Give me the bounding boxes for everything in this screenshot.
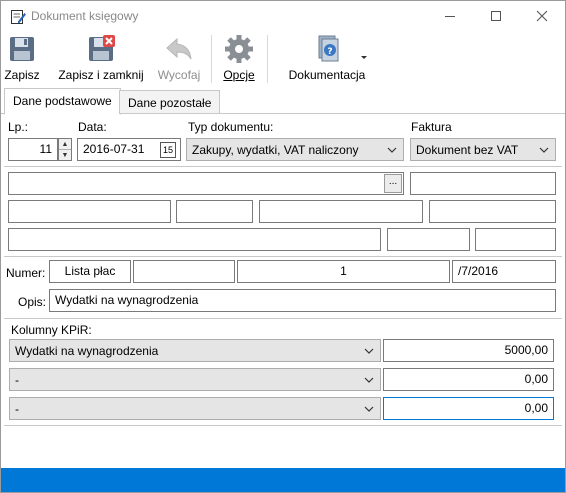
kpir-amount-input-2[interactable]: 0,00 bbox=[383, 368, 554, 391]
invoice-select[interactable]: Dokument bez VAT bbox=[410, 138, 556, 161]
address-field-2[interactable] bbox=[176, 200, 253, 223]
close-icon bbox=[536, 10, 548, 22]
kpir-column-value-1: Wydatki na wynagrodzenia bbox=[15, 344, 159, 358]
lp-label: Lp.: bbox=[8, 120, 29, 134]
floppy-disk-icon bbox=[10, 37, 34, 61]
chevron-down-icon bbox=[387, 147, 397, 153]
svg-text:?: ? bbox=[327, 47, 332, 57]
invoice-value: Dokument bez VAT bbox=[416, 143, 519, 157]
contractor-input[interactable] bbox=[8, 172, 404, 195]
document-edit-icon bbox=[11, 10, 26, 24]
address-field-1[interactable] bbox=[8, 200, 171, 223]
kpir-column-select-3[interactable]: - bbox=[9, 397, 381, 420]
document-type-select[interactable]: Zakupy, wydatki, VAT naliczony bbox=[186, 138, 404, 161]
toolbar: Zapisz Zapisz i zamknij Wycofaj Opcje ? … bbox=[1, 31, 565, 87]
kpir-column-value-2: - bbox=[15, 373, 19, 387]
kpir-amount-input-1[interactable]: 5000,00 bbox=[383, 339, 554, 362]
dropdown-arrow-icon[interactable] bbox=[361, 55, 369, 61]
document-type-label: Typ dokumentu: bbox=[188, 120, 274, 134]
save-button[interactable]: Zapisz bbox=[4, 33, 40, 85]
help-document-icon: ? bbox=[318, 35, 339, 62]
title-bar: Dokument księgowy bbox=[1, 1, 565, 31]
browse-button[interactable]: ... bbox=[384, 174, 402, 193]
document-type-value: Zakupy, wydatki, VAT naliczony bbox=[192, 143, 359, 157]
divider bbox=[4, 425, 562, 426]
tab-strip: Dane podstawowe Dane pozostałe bbox=[1, 88, 565, 115]
undo-arrow-icon bbox=[166, 37, 192, 60]
invoice-label: Faktura bbox=[411, 120, 452, 134]
address-field-7[interactable] bbox=[475, 228, 556, 251]
tab-basic-data-label: Dane podstawowe bbox=[13, 94, 112, 108]
floppy-disk-close-icon bbox=[89, 35, 115, 61]
divider bbox=[4, 256, 562, 257]
number-sequence-input[interactable]: 1 bbox=[237, 260, 450, 283]
maximize-icon bbox=[491, 11, 501, 21]
tab-other-data[interactable]: Dane pozostałe bbox=[119, 90, 221, 114]
description-input[interactable]: Wydatki na wynagrodzenia bbox=[49, 289, 556, 312]
kpir-column-select-2[interactable]: - bbox=[9, 368, 381, 391]
number-prefix-input[interactable]: Lista płac bbox=[49, 260, 131, 283]
number-suffix-input[interactable]: /7/2016 bbox=[452, 260, 556, 283]
toolbar-separator bbox=[267, 35, 268, 83]
save-and-close-label: Zapisz i zamknij bbox=[58, 68, 144, 82]
date-value: 2016-07-31 bbox=[83, 142, 145, 156]
kpir-column-value-3: - bbox=[15, 402, 19, 416]
divider bbox=[4, 318, 562, 319]
kpir-amount-input-3[interactable]: 0,00 bbox=[383, 397, 554, 420]
spin-down-icon[interactable]: ▼ bbox=[59, 150, 71, 161]
address-field-6[interactable] bbox=[387, 228, 470, 251]
kpir-column-select-1[interactable]: Wydatki na wynagrodzenia bbox=[9, 339, 381, 362]
address-field-4[interactable] bbox=[429, 200, 556, 223]
chevron-down-icon bbox=[364, 406, 374, 412]
address-field-3[interactable] bbox=[259, 200, 423, 223]
chevron-down-icon bbox=[364, 377, 374, 383]
options-button[interactable]: Opcje bbox=[221, 33, 257, 85]
number-label: Numer: bbox=[6, 266, 46, 280]
chevron-down-icon bbox=[364, 348, 374, 354]
window-title: Dokument księgowy bbox=[31, 9, 139, 23]
maximize-button[interactable] bbox=[473, 1, 519, 31]
description-label: Opis: bbox=[18, 295, 47, 309]
number-part-2-input[interactable] bbox=[133, 260, 235, 283]
status-bar bbox=[1, 468, 565, 492]
calendar-icon[interactable]: 15 bbox=[160, 142, 176, 158]
save-label: Zapisz bbox=[4, 68, 40, 82]
kpir-columns-label: Kolumny KPiR: bbox=[11, 323, 92, 337]
documentation-button[interactable]: ? Dokumentacja bbox=[281, 33, 373, 85]
minimize-icon bbox=[445, 16, 455, 17]
options-label: Opcje bbox=[223, 68, 255, 82]
tab-basic-data[interactable]: Dane podstawowe bbox=[4, 88, 121, 115]
withdraw-button[interactable]: Wycofaj bbox=[155, 33, 203, 85]
spin-up-icon[interactable]: ▲ bbox=[59, 139, 71, 150]
lp-input[interactable]: 11 bbox=[8, 138, 58, 161]
close-button[interactable] bbox=[519, 1, 565, 31]
gear-icon bbox=[225, 35, 253, 63]
tab-other-data-label: Dane pozostałe bbox=[128, 96, 212, 110]
contractor-extra-input[interactable] bbox=[410, 172, 556, 195]
save-and-close-button[interactable]: Zapisz i zamknij bbox=[57, 33, 145, 85]
lp-spinner[interactable]: ▲ ▼ bbox=[58, 138, 72, 161]
date-label: Data: bbox=[78, 120, 107, 134]
documentation-label: Dokumentacja bbox=[288, 68, 366, 82]
chevron-down-icon bbox=[539, 147, 549, 153]
minimize-button[interactable] bbox=[427, 1, 473, 31]
withdraw-label: Wycofaj bbox=[157, 68, 201, 82]
address-field-5[interactable] bbox=[8, 228, 381, 251]
document-window: Dokument księgowy Zapisz Zapisz i zamkni… bbox=[0, 0, 566, 493]
toolbar-separator bbox=[211, 35, 212, 83]
divider bbox=[4, 166, 562, 167]
